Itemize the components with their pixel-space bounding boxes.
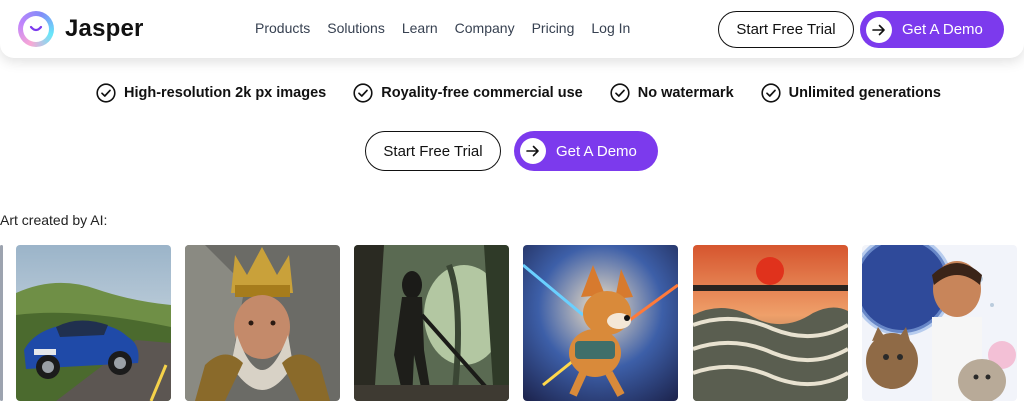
forest-creature-image[interactable] <box>354 245 509 401</box>
get-demo-button[interactable]: Get A Demo <box>514 131 658 171</box>
nav-link-login[interactable]: Log In <box>591 20 630 36</box>
check-circle-icon <box>353 83 373 103</box>
nav-demo-label: Get A Demo <box>902 21 983 38</box>
check-circle-icon <box>610 83 630 103</box>
nav-link-solutions[interactable]: Solutions <box>327 20 385 36</box>
feature-item: Royality-free commercial use <box>353 83 583 103</box>
man-with-kittens-image[interactable] <box>862 245 1017 401</box>
king-image[interactable] <box>185 245 340 401</box>
feature-item: No watermark <box>610 83 734 103</box>
car-image[interactable] <box>16 245 171 401</box>
arrow-right-icon <box>520 138 546 164</box>
brand-name: Jasper <box>65 15 144 42</box>
sunset-sea-image[interactable] <box>693 245 848 401</box>
nav-links: Products Solutions Learn Company Pricing… <box>255 20 630 36</box>
feature-list: High-resolution 2k px images Royality-fr… <box>96 83 941 103</box>
corgi-image[interactable] <box>523 245 678 401</box>
jasper-logo-icon <box>18 11 54 47</box>
ai-art-gallery <box>0 245 1024 403</box>
feature-label: Unlimited generations <box>788 85 941 101</box>
jasper-logo[interactable]: Jasper <box>18 11 144 47</box>
nav-link-pricing[interactable]: Pricing <box>532 20 575 36</box>
nav-get-demo-button[interactable]: Get A Demo <box>860 11 1004 48</box>
nav-link-learn[interactable]: Learn <box>402 20 438 36</box>
feature-item: High-resolution 2k px images <box>96 83 326 103</box>
check-circle-icon <box>96 83 116 103</box>
feature-label: No watermark <box>637 85 734 101</box>
feature-label: Royality-free commercial use <box>381 85 583 101</box>
cta-trial-label: Start Free Trial <box>383 142 483 160</box>
cta-demo-label: Get A Demo <box>556 142 637 160</box>
art-section-label: Art created by AI: <box>0 212 108 228</box>
nav-trial-label: Start Free Trial <box>736 21 836 38</box>
partial-image <box>0 245 3 401</box>
feature-label: High-resolution 2k px images <box>124 85 327 101</box>
check-circle-icon <box>761 83 781 103</box>
start-free-trial-button[interactable]: Start Free Trial <box>365 131 501 171</box>
nav-start-free-trial-button[interactable]: Start Free Trial <box>718 11 854 48</box>
nav-link-company[interactable]: Company <box>455 20 515 36</box>
nav-link-products[interactable]: Products <box>255 20 310 36</box>
feature-item: Unlimited generations <box>761 83 941 103</box>
top-navbar: Jasper Products Solutions Learn Company … <box>0 0 1024 58</box>
arrow-right-icon <box>866 16 892 43</box>
